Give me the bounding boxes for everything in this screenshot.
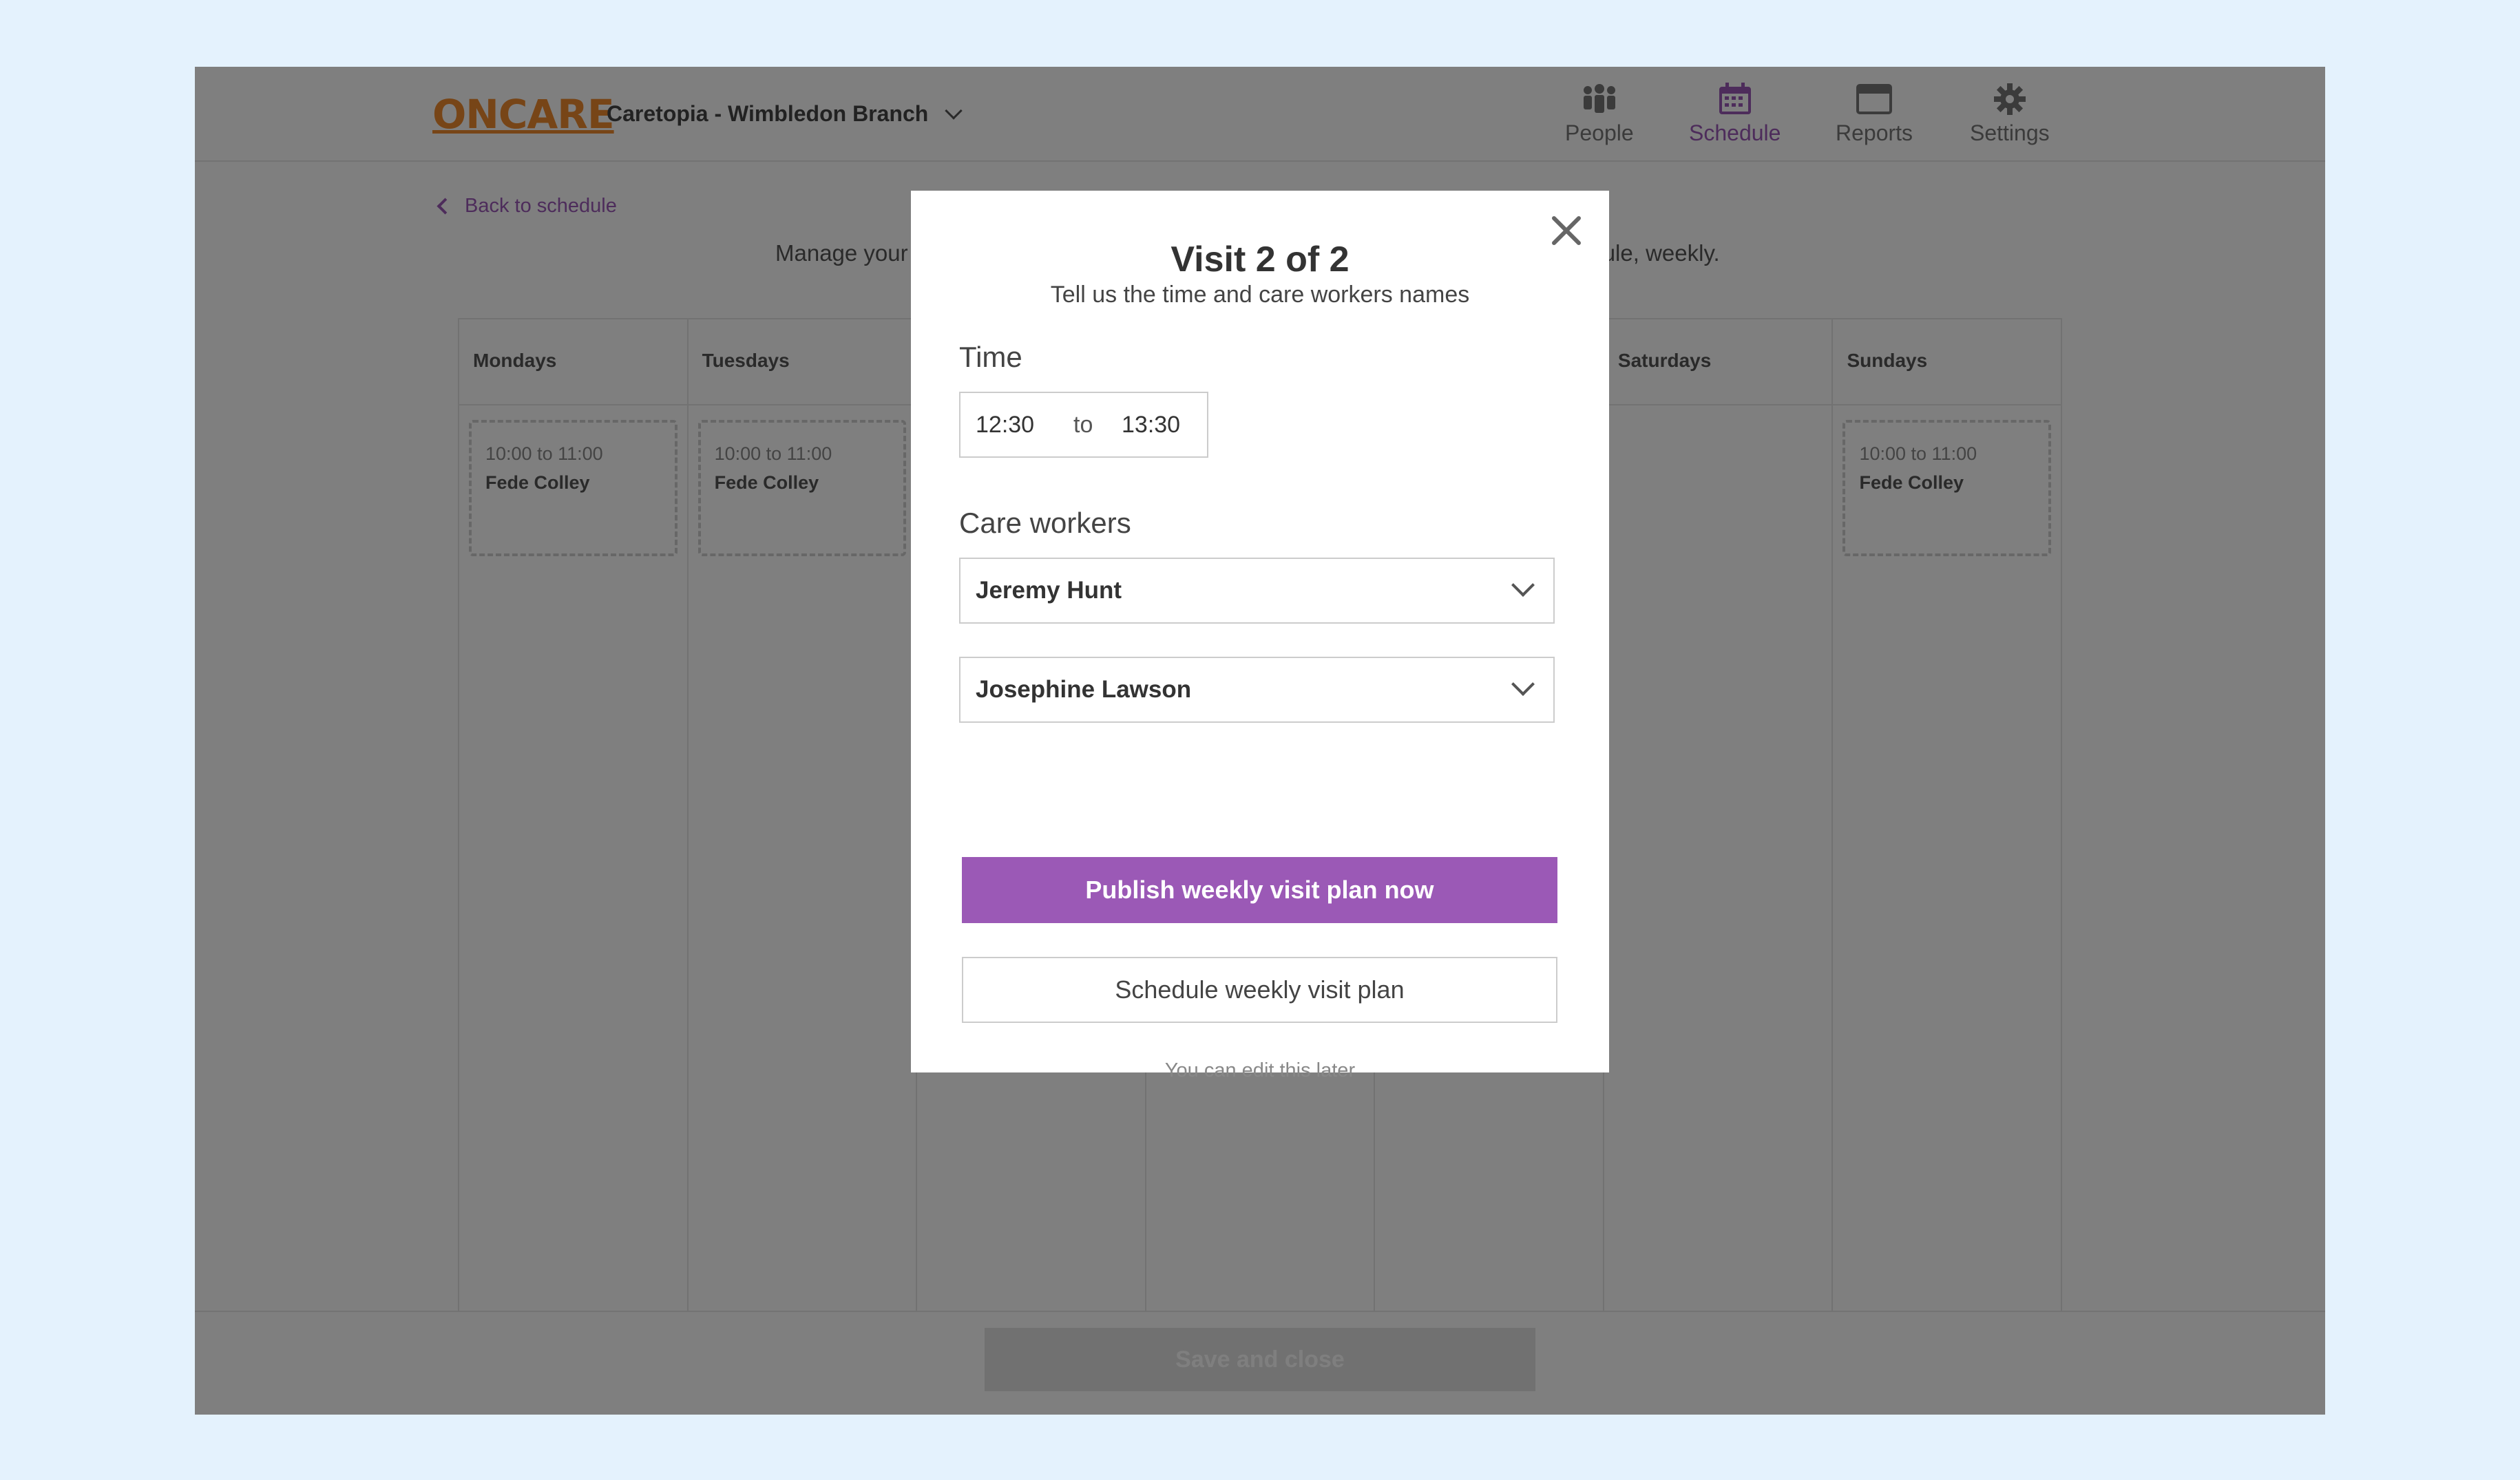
chevron-down-icon [1511,673,1535,696]
time-separator: to [1073,411,1093,438]
time-label: Time [959,341,1022,373]
schedule-plan-button[interactable]: Schedule weekly visit plan [962,957,1557,1023]
app-window: ONCARE Caretopia - Wimbledon Branch Peop… [195,67,2325,1415]
care-workers-label: Care workers [959,507,1131,539]
publish-plan-button[interactable]: Publish weekly visit plan now [962,857,1557,923]
chevron-down-icon [1511,573,1535,597]
selected-worker: Josephine Lawson [976,676,1192,703]
selected-worker: Jeremy Hunt [976,577,1122,604]
edit-later-note: You can edit this later [1164,1059,1356,1081]
care-worker-select-2[interactable]: Josephine Lawson [959,657,1555,723]
time-to-input[interactable]: 13:30 [1122,412,1180,438]
time-from-input[interactable]: 12:30 [976,412,1034,438]
modal-subtitle: Tell us the time and care workers names [1050,282,1470,308]
care-worker-select-1[interactable]: Jeremy Hunt [959,558,1555,624]
modal-title: Visit 2 of 2 [1170,240,1350,279]
visit-modal: Visit 2 of 2 Tell us the time and care w… [911,191,1609,1081]
time-range-field: 12:30 to 13:30 [959,392,1208,458]
